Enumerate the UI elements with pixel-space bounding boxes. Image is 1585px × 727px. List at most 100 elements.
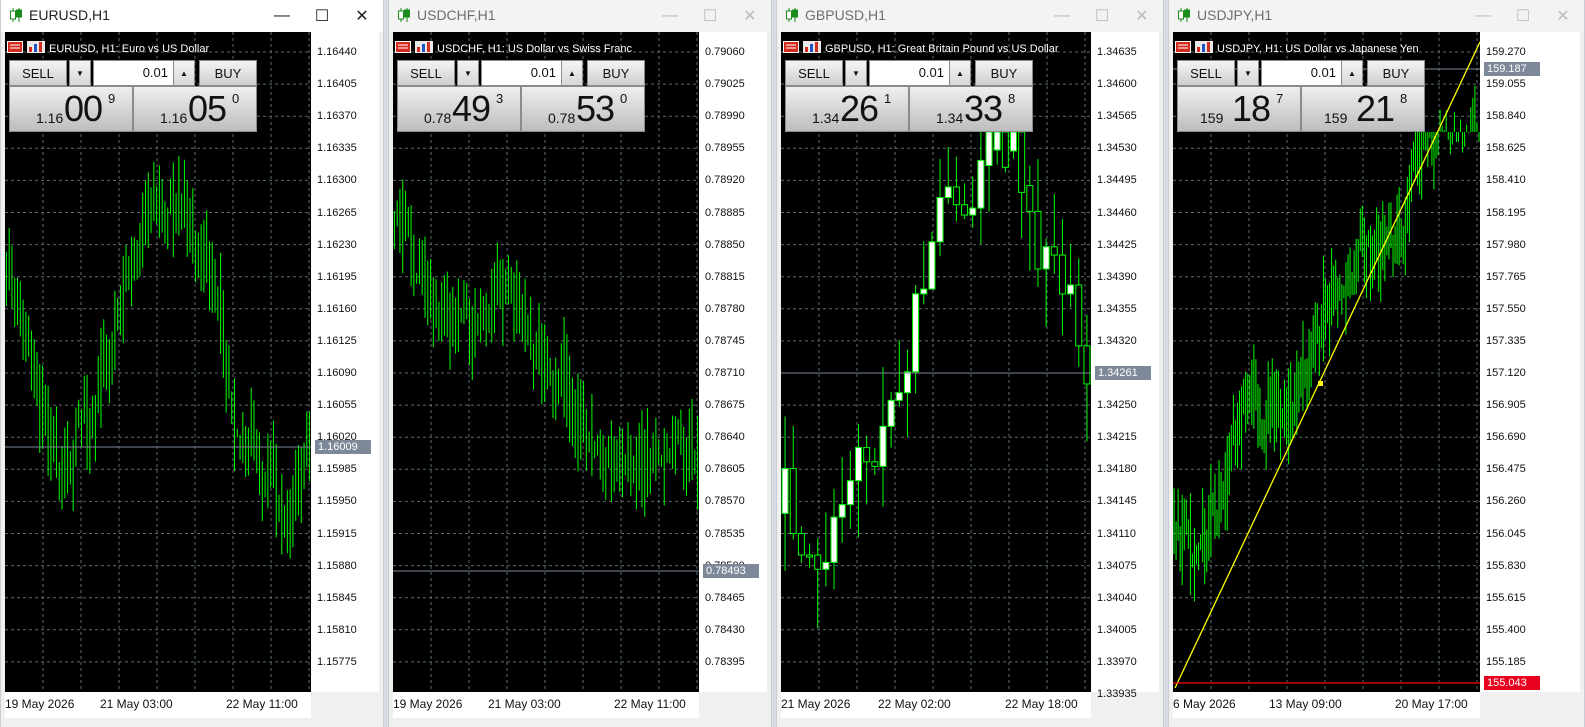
candle-body [1050,246,1058,256]
candle-body [855,447,862,482]
buy-price-fraction: 0 [620,91,628,106]
lot-increase-button[interactable]: ▲ [561,60,583,86]
price-axis-label: 157.550 [1486,302,1526,315]
trendline-anchor[interactable] [1318,381,1323,386]
price-axis[interactable]: 1.16440 1.16405 1.16370 1.16335 1.16300 1.162… [311,32,379,692]
flag-icon[interactable] [783,40,799,58]
flag-icon[interactable] [1175,40,1191,58]
lot-size-input[interactable]: 0.01 [869,60,951,86]
lot-size-input[interactable]: 0.01 [1261,60,1343,86]
sell-price-button[interactable]: 0.78 49 3 [397,86,521,132]
buy-price-button[interactable]: 159 21 8 [1301,86,1425,132]
price-axis[interactable]: 0.79060 0.79025 0.78990 0.78955 0.78920 0.788… [699,32,767,692]
sell-price-button[interactable]: 1.34 26 1 [785,86,909,132]
one-click-trading-icon[interactable] [1195,40,1213,58]
lot-decrease-button[interactable]: ▼ [845,60,867,86]
chart-window-usdchf[interactable]: USDCHF,H1 — ☐ ✕ USDCHF, H1: US Dollar vs… [388,0,772,727]
close-icon[interactable]: ✕ [1548,4,1578,28]
maximize-icon[interactable]: ☐ [1087,4,1117,28]
price-axis[interactable]: 1.34635 1.34600 1.34565 1.34530 1.34495 1.344… [1091,32,1159,700]
window-titlebar[interactable]: GBPUSD,H1 — ☐ ✕ [777,0,1163,32]
chart-label: USDJPY, H1: US Dollar vs Japanese Yen [1217,43,1419,55]
time-axis-label: 6 May 2026 [1173,697,1236,711]
price-chart[interactable]: USDJPY, H1: US Dollar vs Japanese Yen SE… [1173,32,1480,692]
sell-button[interactable]: SELL [1177,60,1235,86]
flag-icon[interactable] [395,40,411,58]
sell-button[interactable]: SELL [9,60,67,86]
price-axis-label: 158.840 [1486,110,1526,123]
sell-price-pips: 00 [64,88,103,129]
lot-increase-button[interactable]: ▲ [173,60,195,86]
close-icon[interactable]: ✕ [735,4,765,28]
window-titlebar[interactable]: EURUSD,H1 — ☐ ✕ [1,0,383,32]
flag-icon[interactable] [7,40,23,58]
price-chart[interactable]: GBPUSD, H1: Great Britain Pound vs US Do… [781,32,1091,692]
price-chart[interactable]: EURUSD, H1: Euro vs US Dollar SELL ▼ 0.0… [5,32,311,692]
window-titlebar[interactable]: USDCHF,H1 — ☐ ✕ [389,0,771,32]
trendline[interactable] [1174,41,1480,689]
price-axis-label: 1.16335 [317,142,357,155]
close-icon[interactable]: ✕ [347,4,377,28]
price-axis-label: 1.16125 [317,334,357,347]
sell-price-button[interactable]: 159 18 7 [1177,86,1301,132]
lot-increase-button[interactable]: ▲ [949,60,971,86]
time-axis[interactable]: 19 May 2026 21 May 03:00 22 May 11:00 [393,692,699,718]
buy-price-button[interactable]: 1.16 05 0 [133,86,257,132]
price-axis-label: 1.16160 [317,302,357,315]
maximize-icon[interactable]: ☐ [1508,4,1538,28]
maximize-icon[interactable]: ☐ [307,4,337,28]
sell-button[interactable]: SELL [785,60,843,86]
candlestick-chart-icon [9,7,23,28]
lot-decrease-button[interactable]: ▼ [1237,60,1259,86]
chart-window-usdjpy[interactable]: USDJPY,H1 — ☐ ✕ USDJPY, H1: US Dollar vs… [1168,0,1585,727]
sell-button[interactable]: SELL [397,60,455,86]
price-chart[interactable]: USDCHF, H1: US Dollar vs Swiss Franc SEL… [393,32,699,692]
lot-decrease-button[interactable]: ▼ [69,60,91,86]
price-axis-label: 0.78535 [705,527,745,540]
sell-price-prefix: 159 [1200,110,1224,126]
candle-body [1058,254,1066,295]
price-axis-label: 155.830 [1486,559,1526,572]
minimize-icon[interactable]: — [267,4,297,28]
window-titlebar[interactable]: USDJPY,H1 — ☐ ✕ [1169,0,1584,32]
price-axis-label: 1.34565 [1097,110,1137,123]
close-icon[interactable]: ✕ [1127,4,1157,28]
price-axis-label: 0.78815 [705,270,745,283]
lot-increase-button[interactable]: ▲ [1341,60,1363,86]
sell-price-button[interactable]: 1.16 00 9 [9,86,133,132]
candle-body [887,399,895,427]
time-axis[interactable]: 19 May 2026 21 May 03:00 22 May 11:00 [5,692,311,718]
price-axis-label: 1.16195 [317,270,357,283]
buy-button[interactable]: BUY [587,60,645,86]
buy-button[interactable]: BUY [199,60,257,86]
lot-decrease-button[interactable]: ▼ [457,60,479,86]
buy-price-button[interactable]: 0.78 53 0 [521,86,645,132]
price-axis[interactable]: 159.270 159.055 158.840 158.625 158.410 158.1… [1480,32,1580,692]
price-axis-label: 157.980 [1486,238,1526,251]
candle-body [822,561,830,570]
buy-price-button[interactable]: 1.34 33 8 [909,86,1033,132]
minimize-icon[interactable]: — [1047,4,1077,28]
minimize-icon[interactable]: — [655,4,685,28]
price-axis-label: 0.78920 [705,174,745,187]
one-click-trading-icon[interactable] [415,40,433,58]
lot-size-input[interactable]: 0.01 [93,60,175,86]
lot-size-input[interactable]: 0.01 [481,60,563,86]
one-click-trading-icon[interactable] [27,40,45,58]
one-click-trading-icon[interactable] [803,40,821,58]
price-axis-label: 1.34460 [1097,206,1137,219]
time-axis[interactable]: 21 May 2026 22 May 02:00 22 May 18:00 [781,692,1091,718]
buy-button[interactable]: BUY [975,60,1033,86]
price-axis-label: 0.78850 [705,238,745,251]
price-axis-label: 0.78605 [705,463,745,476]
maximize-icon[interactable]: ☐ [695,4,725,28]
price-axis-label: 156.260 [1486,495,1526,508]
price-axis-label: 0.78570 [705,495,745,508]
buy-button[interactable]: BUY [1367,60,1425,86]
chart-window-gbpusd[interactable]: GBPUSD,H1 — ☐ ✕ GBPUSD, H1: Great Britai… [776,0,1164,727]
time-axis[interactable]: 6 May 2026 13 May 09:00 20 May 17:00 [1173,692,1480,718]
minimize-icon[interactable]: — [1468,4,1498,28]
chart-window-eurusd[interactable]: EURUSD,H1 — ☐ ✕ EURUSD, H1: Euro vs US D… [0,0,384,727]
price-axis-label: 0.78675 [705,399,745,412]
window-title: EURUSD,H1 [29,7,110,23]
